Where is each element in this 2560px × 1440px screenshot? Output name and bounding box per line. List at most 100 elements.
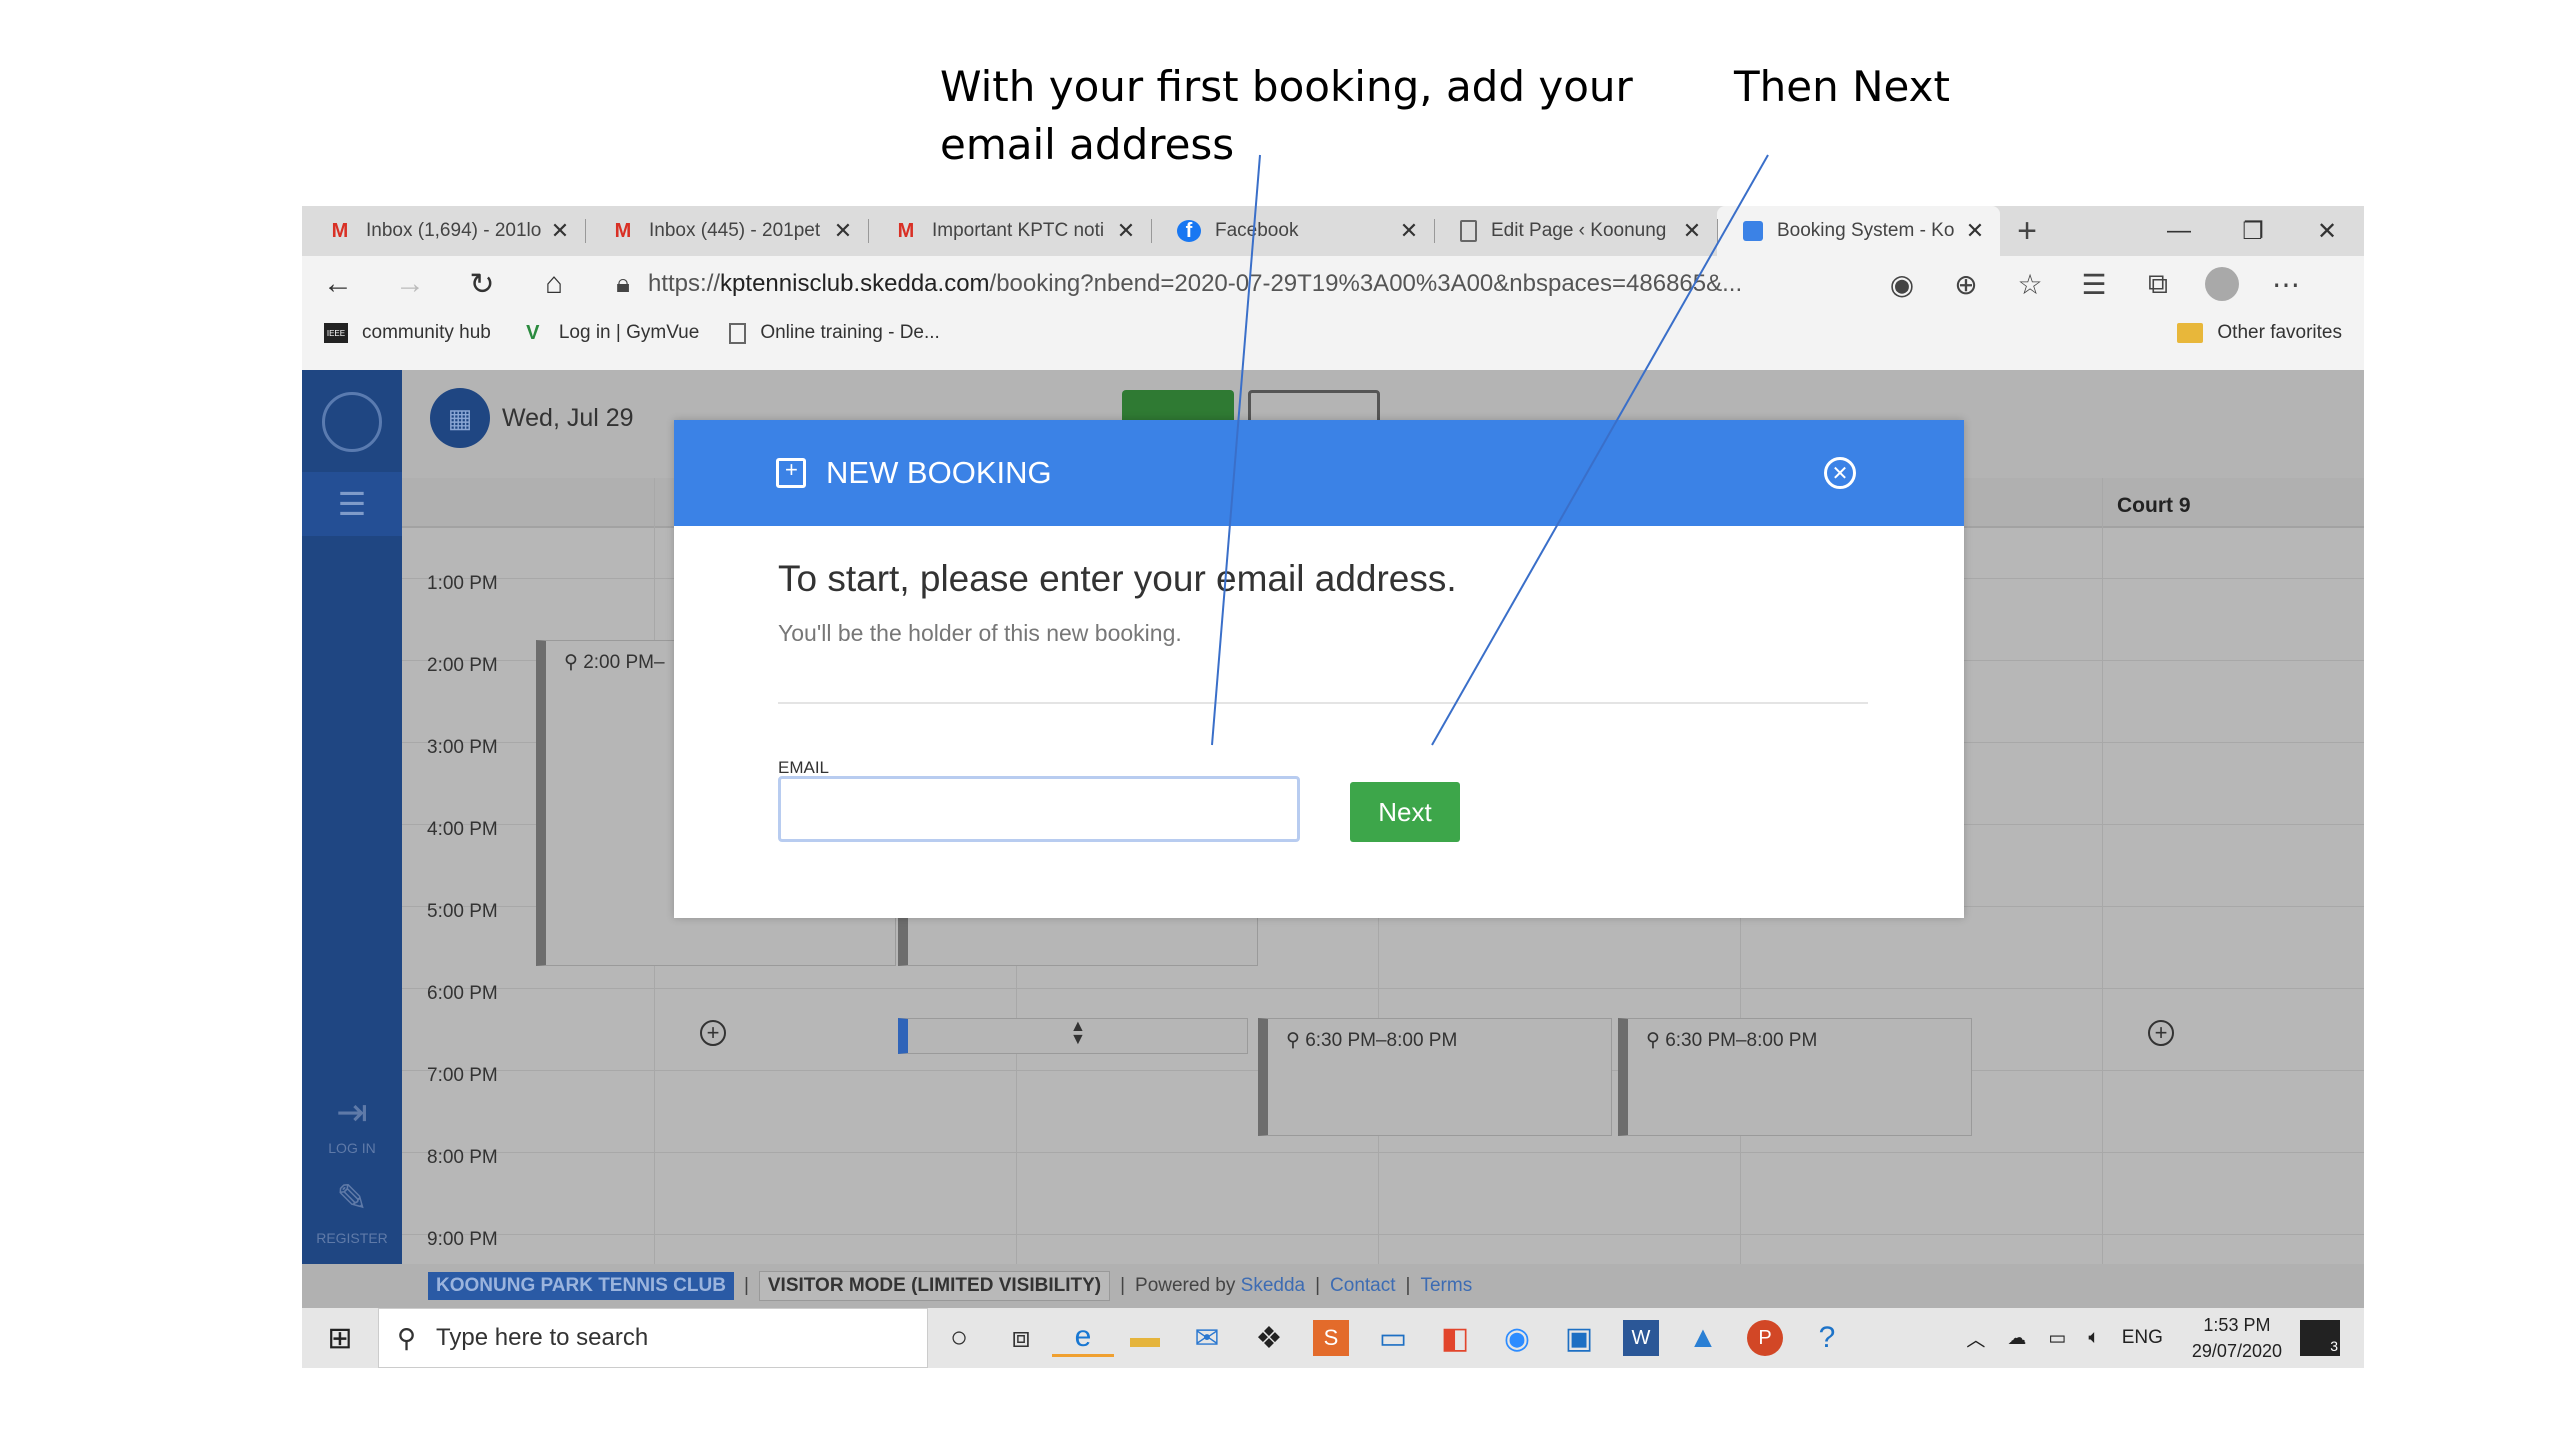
booking-event[interactable]: ⚲ 6:30 PM–8:00 PM [1618, 1018, 1972, 1136]
home-icon[interactable]: ⌂ [518, 256, 590, 312]
login-label[interactable]: LOG IN [302, 1140, 402, 1156]
language-indicator[interactable]: ENG [2122, 1327, 2163, 1349]
profile-avatar-icon[interactable] [2205, 267, 2239, 301]
forward-arrow-icon[interactable]: → [374, 256, 446, 312]
collections-icon[interactable]: ⧉ [2126, 267, 2190, 301]
taskbar-clock[interactable]: 1:53 PM 29/07/2020 [2192, 1312, 2282, 1364]
skedda-link[interactable]: Skedda [1241, 1275, 1305, 1297]
close-icon[interactable]: ✕ [1962, 218, 1988, 244]
add-booking-icon[interactable]: + [2148, 1020, 2174, 1046]
close-icon[interactable]: ✕ [1396, 218, 1422, 244]
taskbar-search-box[interactable]: ⚲ Type here to search [378, 1308, 928, 1368]
dropbox-icon[interactable]: ❖ [1238, 1321, 1300, 1356]
url-text[interactable]: https://kptennisclub.skedda.com/booking?… [648, 270, 1858, 298]
favorite-label: Online training - De... [760, 322, 940, 343]
photos-icon[interactable]: ▲ [1672, 1321, 1734, 1355]
terms-link[interactable]: Terms [1420, 1275, 1472, 1297]
browser-tab-active[interactable]: Booking System - Ko ✕ [1717, 206, 2000, 256]
time-label: 3:00 PM [427, 737, 498, 758]
favorite-item[interactable]: IEEE community hub [324, 322, 491, 344]
current-date[interactable]: Wed, Jul 29 [502, 404, 634, 433]
tracking-icon[interactable]: ◉ [1870, 267, 1934, 301]
search-placeholder: Type here to search [436, 1324, 649, 1351]
close-window-icon[interactable]: ✕ [2290, 206, 2364, 256]
more-menu-icon[interactable]: ⋯ [2254, 267, 2318, 301]
sublime-icon[interactable]: S [1313, 1320, 1349, 1356]
close-icon[interactable]: ✕ [1113, 218, 1139, 244]
time-label: 5:00 PM [427, 901, 498, 922]
file-explorer-icon[interactable]: ▬ [1114, 1321, 1176, 1355]
page-icon [1460, 220, 1477, 242]
notification-icon[interactable]: 3 [2300, 1320, 2340, 1356]
hour-line [402, 1152, 2364, 1153]
gymvue-icon: V [526, 321, 540, 344]
court-9-header: Court 9 [2117, 494, 2191, 517]
pencil-icon[interactable]: ✎ [302, 1176, 402, 1221]
contact-link[interactable]: Contact [1330, 1275, 1395, 1297]
back-arrow-icon[interactable]: ← [302, 256, 374, 312]
person-icon: ⚲ [564, 652, 584, 673]
refresh-icon[interactable]: ↻ [446, 256, 518, 312]
minimize-icon[interactable]: — [2142, 206, 2216, 256]
powerpoint-icon[interactable]: P [1747, 1320, 1783, 1356]
add-booking-icon[interactable]: + [700, 1020, 726, 1046]
club-badge: KOONUNG PARK TENNIS CLUB [428, 1272, 734, 1300]
chevron-up-icon[interactable]: ︿ [1966, 1325, 1985, 1352]
volume-icon[interactable]: 🔈︎ [2088, 1327, 2099, 1349]
office-icon[interactable]: ◧ [1424, 1321, 1486, 1356]
favorite-item[interactable]: Online training - De... [729, 322, 940, 344]
annotation-email-callout: With your first booking, add your email … [940, 62, 1633, 169]
hour-line [402, 988, 2364, 989]
lock-icon: 🔒︎ [616, 268, 630, 298]
favorites-list-icon[interactable]: ☰ [2062, 267, 2126, 301]
favorite-star-icon[interactable]: ☆ [1998, 267, 2062, 301]
remote-desktop-icon[interactable]: ▣ [1548, 1321, 1610, 1356]
register-label[interactable]: REGISTER [302, 1230, 402, 1246]
search-icon: ⚲ [397, 1322, 417, 1353]
time-label: 1:00 PM [427, 573, 498, 594]
booking-event[interactable]: ⚲ 6:30 PM–8:00 PM [1258, 1018, 1612, 1136]
next-button[interactable]: Next [1350, 782, 1460, 842]
close-icon[interactable]: ✕ [547, 218, 573, 244]
toolbar-icons: ◉ ⊕ ☆ ☰ ⧉ ⋯ [1870, 267, 2318, 301]
footer-separator: | [1120, 1275, 1126, 1296]
tab-label: Inbox (1,694) - 201lo [366, 220, 542, 241]
login-icon[interactable]: ⇥ [302, 1090, 402, 1135]
close-icon[interactable]: ✕ [1679, 218, 1705, 244]
cortana-icon[interactable]: ○ [928, 1321, 990, 1355]
notification-count: 3 [2330, 1338, 2338, 1354]
tab-label: Important KPTC noti [932, 220, 1105, 241]
battery-icon[interactable]: ▭ [2048, 1327, 2066, 1350]
browser-tab[interactable]: Edit Page ‹ Koonung ✕ [1434, 206, 1717, 256]
url-path: /booking?nbend=2020-07-29T19%3A00%3A00&n… [989, 270, 1743, 297]
new-tab-button[interactable]: + [2000, 206, 2054, 256]
help-icon[interactable]: ? [1796, 1321, 1858, 1355]
window-app-icon[interactable]: ▭ [1362, 1321, 1424, 1356]
powered-by-text: Powered by [1135, 1275, 1236, 1296]
list-view-icon[interactable]: ☰ [302, 472, 402, 536]
close-icon[interactable]: ✕ [830, 218, 856, 244]
edge-icon[interactable]: e [1052, 1320, 1114, 1357]
browser-tab[interactable]: f Facebook ✕ [1151, 206, 1434, 256]
windows-start-icon[interactable]: ⊞ [302, 1321, 378, 1356]
other-favorites[interactable]: Other favorites [2177, 322, 2342, 344]
word-icon[interactable]: W [1623, 1320, 1659, 1356]
address-toolbar: ← → ↻ ⌂ 🔒︎ https://kptennisclub.skedda.c… [302, 256, 2364, 312]
mail-icon[interactable]: ✉ [1176, 1321, 1238, 1356]
email-field[interactable] [778, 776, 1300, 842]
browser-tab[interactable]: M Inbox (445) - 201pet ✕ [585, 206, 868, 256]
browser-tab[interactable]: M Important KPTC noti ✕ [868, 206, 1151, 256]
address-bar[interactable]: 🔒︎ https://kptennisclub.skedda.com/booki… [598, 262, 1858, 306]
browser-tab[interactable]: M Inbox (1,694) - 201lo ✕ [302, 206, 585, 256]
favorite-item[interactable]: V Log in | GymVue [521, 322, 699, 344]
onedrive-icon[interactable]: ☁ [2007, 1327, 2026, 1350]
url-domain: kptennisclub.skedda.com [720, 270, 990, 297]
close-icon[interactable]: ✕ [1824, 457, 1856, 489]
date-picker-icon[interactable]: ▦ [430, 388, 490, 448]
extension-icon[interactable]: ⊕ [1934, 267, 1998, 301]
restore-icon[interactable]: ❐ [2216, 206, 2290, 256]
calendar-icon[interactable] [322, 392, 382, 452]
resize-handle-icon[interactable]: ▲ ▼ [1070, 1019, 1086, 1048]
zoom-icon[interactable]: ◉ [1486, 1321, 1548, 1356]
task-view-icon[interactable]: ⧈ [990, 1321, 1052, 1355]
